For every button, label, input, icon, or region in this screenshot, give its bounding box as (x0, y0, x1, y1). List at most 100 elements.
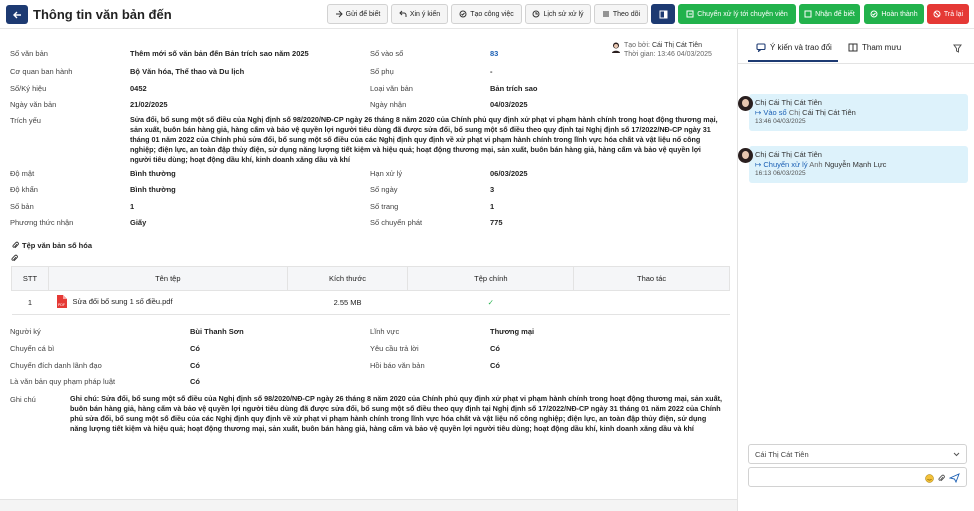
input-actions (925, 473, 960, 483)
complete-button[interactable]: Hoàn thành (864, 4, 924, 24)
nguoi-ky-value: Bùi Thanh Sơn (190, 327, 244, 336)
files-title: Tệp văn bản số hóa (22, 241, 93, 250)
loai-value: Bản trích sao (490, 84, 538, 93)
phuong-thuc-nhan-value: Giấy (130, 218, 147, 227)
do-khan-label: Độ khẩn (10, 185, 38, 194)
creator-info: Tạo bởi: Cái Thị Cát Tiên Thời gian: 13:… (624, 42, 712, 59)
reply-icon (399, 10, 407, 18)
active-tab-indicator (748, 60, 838, 62)
history-label: Lịch sử xử lý (543, 10, 584, 18)
created-by-label: Tạo bởi: (624, 42, 652, 49)
ky-hieu-label: Số/Ký hiệu (10, 84, 47, 93)
chat-icon (756, 43, 766, 52)
send-for-info-label: Gửi để biết (345, 10, 381, 18)
phuong-thuc-nhan-label: Phương thức nhận (10, 218, 74, 227)
return-button[interactable]: Trả lại (927, 4, 969, 24)
so-van-ban-value: Thêm mới số văn bản đến Bản trích sao nă… (130, 49, 309, 58)
tab-comments-label: Ý kiến và trao đổi (770, 43, 832, 52)
yeu-cau-tra-loi-value: Có (490, 344, 500, 353)
send-icon[interactable] (949, 473, 960, 483)
ghi-chu-value: Ghi chú: Sửa đổi, bổ sung một số điều củ… (70, 394, 722, 433)
row-file-cell[interactable]: PDF Sửa đổi bổ sung 1 số điều.pdf (48, 290, 288, 315)
so-phu-label: Số phụ (370, 67, 394, 76)
book-icon (848, 43, 858, 52)
create-task-button[interactable]: Tạo công việc (451, 4, 522, 24)
comment-action: Chuyển xử lý (763, 159, 808, 169)
so-trang-label: Số trang (370, 202, 399, 211)
ask-opinion-button[interactable]: Xin ý kiến (391, 4, 448, 24)
attach-button[interactable] (11, 254, 18, 265)
send-for-info-button[interactable]: Gửi để biết (327, 4, 388, 24)
trich-yeu-value: Sửa đổi, bổ sung một số điều của Nghị đị… (130, 115, 718, 164)
ky-hieu-value: 0452 (130, 84, 147, 93)
so-chuyen-phat-value: 775 (490, 218, 503, 227)
receive-for-info-button[interactable]: Nhận để biết (799, 4, 860, 24)
forward-to-specialist-button[interactable]: Chuyển xử lý tới chuyên viên (678, 4, 796, 24)
comment-time: 16:13 06/03/2025 (755, 170, 806, 177)
follow-button[interactable]: Theo dõi (594, 4, 648, 24)
panel-toggle-button[interactable] (651, 4, 675, 24)
chuyen-ca-bi-value: Có (190, 344, 200, 353)
so-phu-value: - (490, 67, 493, 76)
yeu-cau-tra-loi-label: Yêu cầu trả lời (370, 344, 419, 353)
row-file-name[interactable]: Sửa đổi bổ sung 1 số điều.pdf (72, 297, 172, 306)
so-ban-label: Số bản (10, 202, 34, 211)
col-stt: STT (11, 266, 49, 291)
comment-sep: Anh (807, 159, 825, 169)
forward-to-specialist-label: Chuyển xử lý tới chuyên viên (697, 10, 788, 18)
follow-label: Theo dõi (612, 10, 641, 18)
recipient-select[interactable]: Cái Thị Cát Tiên (748, 444, 967, 464)
so-vao-so-label: Số vào sổ (370, 49, 404, 58)
files-section-title: Tệp văn bản số hóa (12, 241, 92, 250)
list-icon (602, 10, 610, 18)
comment-prefix: Chị (755, 98, 769, 107)
history-button[interactable]: Lịch sử xử lý (525, 4, 591, 24)
row-stt: 1 (11, 290, 49, 315)
row-actions (573, 290, 730, 315)
top-bar: Thông tin văn bản đến Gửi để biết Xin ý … (0, 0, 974, 29)
chuyen-dich-danh-value: Có (190, 361, 200, 370)
row-main-check: ✓ (407, 290, 574, 315)
col-size: Kích thước (286, 266, 409, 291)
chevron-down-icon (953, 452, 960, 456)
han-label: Hạn xử lý (370, 169, 403, 178)
arrow-left-icon (13, 11, 21, 18)
loai-label: Loại văn bản (370, 84, 413, 93)
filter-button[interactable] (953, 44, 962, 55)
co-quan-label: Cơ quan ban hành (10, 67, 73, 76)
trich-yeu-label: Trích yếu (10, 116, 41, 125)
horizontal-scrollbar[interactable] (0, 499, 737, 511)
comment-prefix: Chị (755, 150, 769, 159)
avatar (738, 148, 753, 163)
emoji-icon[interactable] (925, 473, 934, 483)
col-file-name: Tên tệp (47, 266, 288, 291)
paperclip-icon[interactable] (938, 474, 945, 483)
ngay-nhan-label: Ngày nhận (370, 100, 407, 109)
chuyen-ca-bi-label: Chuyển cá bì (10, 344, 55, 353)
ban-icon (933, 10, 941, 18)
ngay-nhan-value: 04/03/2025 (490, 100, 528, 109)
recipient-select-value: Cái Thị Cát Tiên (755, 449, 809, 459)
page-title: Thông tin văn bản đến (33, 7, 172, 22)
col-actions: Thao tác (573, 266, 730, 291)
table-row: 1 PDF Sửa đổi bổ sung 1 số điều.pdf 2.55… (11, 290, 730, 315)
check-circle-icon (870, 10, 878, 18)
create-task-label: Tạo công việc (470, 10, 514, 18)
comment-author: Cái Thị Cát Tiên (768, 98, 822, 107)
comment-item: Chị Cái Thị Cát Tiên ↦ Vào sổ Chị Cái Th… (738, 94, 968, 131)
han-value: 06/03/2025 (490, 169, 528, 178)
files-table: STT Tên tệp Kích thước Tệp chính Thao tá… (11, 266, 730, 315)
ask-opinion-label: Xin ý kiến (409, 10, 441, 18)
tab-advise[interactable]: Tham mưu (848, 43, 901, 52)
linh-vuc-value: Thương mại (490, 327, 535, 336)
svg-text:PDF: PDF (58, 303, 65, 307)
task-icon (459, 10, 467, 18)
pdf-file-icon: PDF (57, 295, 68, 308)
tab-comments[interactable]: Ý kiến và trao đổi (756, 43, 832, 52)
columns-icon (659, 10, 668, 19)
so-vao-so-value[interactable]: 83 (490, 49, 498, 58)
comment-input[interactable] (748, 467, 967, 487)
do-mat-label: Độ mật (10, 169, 35, 178)
created-time: Thời gian: 13:46 04/03/2025 (624, 50, 712, 58)
back-button[interactable] (6, 5, 28, 24)
